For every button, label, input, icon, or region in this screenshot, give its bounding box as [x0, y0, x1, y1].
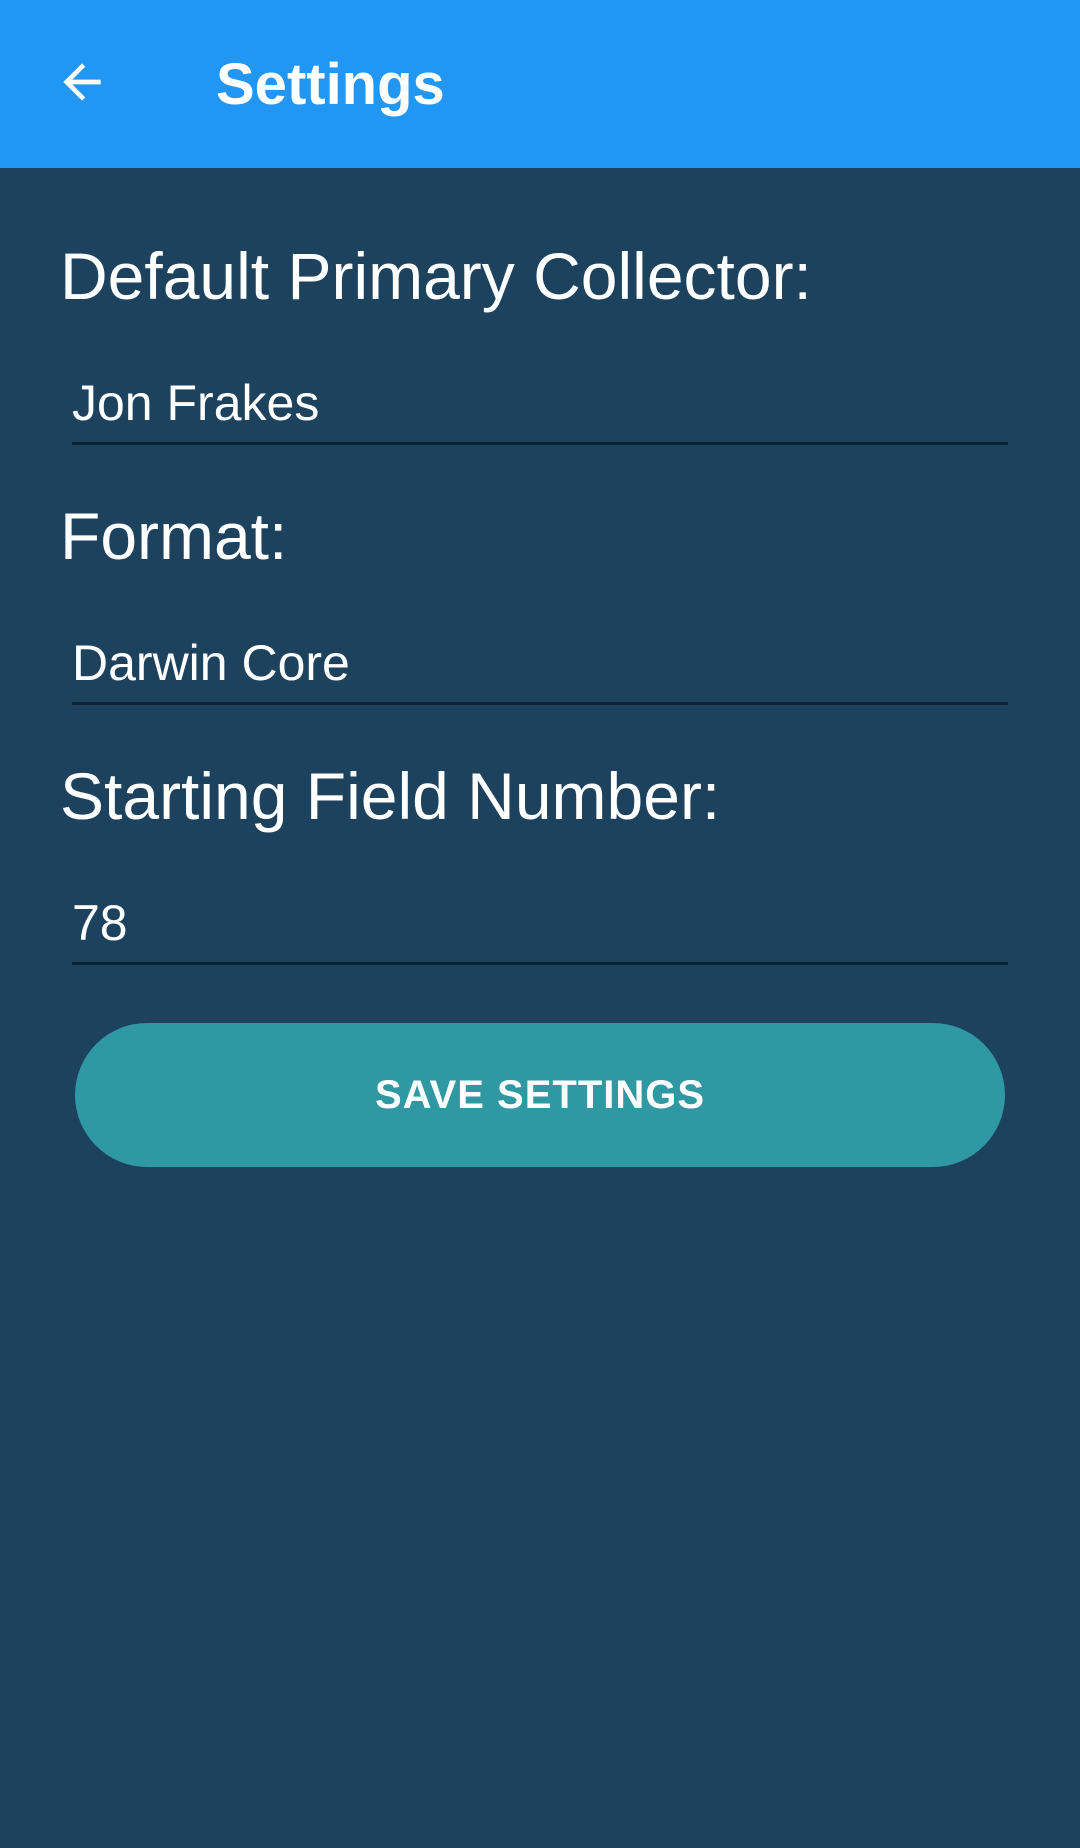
field-number-input[interactable]: [72, 884, 1008, 962]
collector-label: Default Primary Collector:: [60, 239, 812, 313]
field-number-label: Starting Field Number:: [60, 759, 721, 833]
back-button[interactable]: [36, 36, 128, 128]
page-title: Settings: [216, 52, 445, 117]
collector-input[interactable]: [72, 364, 1008, 442]
format-input[interactable]: [72, 624, 1008, 702]
format-label: Format:: [60, 499, 288, 573]
field-number-field-container: [72, 884, 1008, 965]
collector-field-container: [72, 364, 1008, 445]
format-field-container: [72, 624, 1008, 705]
arrow-back-icon: [63, 63, 101, 101]
app-bar: Settings: [0, 0, 1080, 168]
save-settings-button[interactable]: SAVE SETTINGS: [75, 1023, 1005, 1167]
